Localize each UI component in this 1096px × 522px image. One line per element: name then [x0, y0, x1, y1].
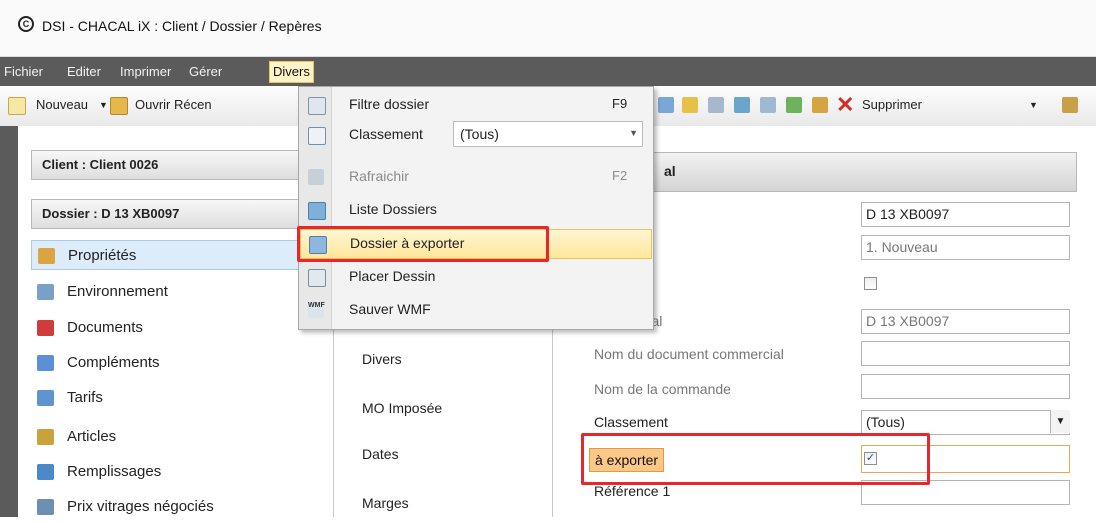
app-logo-icon: C [18, 16, 34, 32]
copy-icon[interactable] [682, 97, 698, 113]
toolbar-tool-icon-1[interactable] [658, 97, 674, 113]
menu-editer[interactable]: Editer [64, 62, 104, 82]
place-drawing-icon [308, 269, 326, 287]
menu-imprimer[interactable]: Imprimer [117, 62, 174, 82]
list-icon [308, 127, 326, 145]
nav-item-prix-vitrages[interactable]: Prix vitrages négociés [31, 492, 331, 522]
menu-item-liste-dossiers[interactable]: Liste Dossiers [300, 196, 652, 224]
order-name-field[interactable] [861, 374, 1070, 399]
general-header-label: al [664, 163, 676, 179]
nav-item-label: Remplissages [67, 463, 162, 480]
nav-item-tarifs[interactable]: Tarifs [31, 383, 331, 413]
nav-item-label: Documents [67, 319, 143, 336]
menu-item-label: Placer Dessin [349, 268, 436, 284]
menu-item-shortcut: F9 [612, 96, 628, 111]
menu-divers[interactable]: Divers [269, 61, 314, 83]
new-dropdown-arrow-icon[interactable]: ▼ [99, 100, 108, 110]
classement-select[interactable]: (Tous) [861, 410, 1070, 435]
list-view-icon[interactable] [708, 97, 724, 113]
new-button[interactable]: Nouveau [36, 97, 88, 112]
nav-item-environnement[interactable]: Environnement [31, 277, 331, 307]
commercial-doc-field[interactable] [861, 341, 1070, 366]
menu-item-placer-dessin[interactable]: Placer Dessin [300, 263, 652, 291]
classement-label: Classement [594, 414, 668, 430]
tarifs-icon [37, 390, 54, 406]
menu-item-label: Filtre dossier [349, 96, 430, 112]
commercial-doc-label: Nom du document commercial [594, 346, 784, 362]
toolbar-tool-icon-2[interactable] [734, 97, 750, 113]
classement-dropdown-arrow-icon[interactable]: ▼ [1050, 410, 1070, 433]
menu-item-shortcut: F2 [612, 168, 628, 183]
nav-item-remplissages[interactable]: Remplissages [31, 457, 331, 487]
menu-item-label: Rafraichir [349, 168, 409, 184]
annotation-highlight-export-field [581, 433, 930, 485]
toolbar-tool-icon-3[interactable] [760, 97, 776, 113]
classement-combo-value: (Tous) [460, 126, 499, 142]
menu-gerer[interactable]: Gérer [186, 62, 225, 82]
divers-dropdown-menu: Filtre dossier F9 Classement (Tous) ▼ Ra… [298, 86, 654, 330]
complements-icon [37, 355, 54, 371]
menu-item-filtre-dossier[interactable]: Filtre dossier F9 [300, 91, 652, 119]
section-mo-imposee[interactable]: MO Imposée [362, 400, 442, 416]
client-header[interactable]: Client : Client 0026 [31, 150, 331, 180]
classement-combo[interactable]: (Tous) ▼ [453, 121, 643, 147]
option-checkbox[interactable] [864, 277, 877, 290]
articles-icon [37, 429, 54, 445]
filter-icon [308, 97, 326, 115]
annotation-highlight-menu-item [297, 226, 549, 262]
menu-item-label: Liste Dossiers [349, 201, 437, 217]
nav-item-label: Propriétés [68, 247, 137, 264]
nav-item-label: Articles [67, 428, 117, 445]
order-name-label: Nom de la commande [594, 381, 731, 397]
menu-item-label: Sauver WMF [349, 301, 431, 317]
toolbar-tool-icon-5[interactable] [812, 97, 828, 113]
nav-item-label: Tarifs [67, 389, 103, 406]
status-field[interactable]: 1. Nouveau [861, 235, 1070, 260]
nav-item-label: Compléments [67, 354, 160, 371]
properties-icon [38, 248, 55, 264]
menu-fichier[interactable]: Fichier [1, 62, 46, 82]
toolbar-tool-icon-4[interactable] [786, 97, 802, 113]
section-dates[interactable]: Dates [362, 446, 399, 462]
window-frame [0, 126, 18, 517]
title-bar: C DSI - CHACAL iX : Client / Dossier / R… [0, 0, 1096, 57]
folder-list-icon [308, 202, 326, 220]
pdf-icon [37, 320, 54, 336]
nav-item-complements[interactable]: Compléments [31, 348, 331, 378]
navigation-pane: Client : Client 0026 Dossier : D 13 XB00… [18, 126, 334, 517]
nav-item-articles[interactable]: Articles [31, 422, 331, 452]
toolbar-tool-icon-6[interactable] [1062, 97, 1078, 113]
reference-1-label: Référence 1 [594, 483, 671, 499]
new-icon[interactable] [8, 97, 26, 115]
section-marges[interactable]: Marges [362, 495, 409, 511]
window-title: DSI - CHACAL iX : Client / Dossier / Rep… [42, 18, 322, 34]
remplissages-icon [37, 464, 54, 480]
menu-item-sauver-wmf[interactable]: WMF Sauver WMF [300, 296, 652, 324]
delete-button[interactable]: Supprimer [862, 97, 922, 112]
dossier-header[interactable]: Dossier : D 13 XB0097 [31, 199, 331, 229]
wmf-icon: WMF [308, 302, 325, 318]
menu-item-rafraichir[interactable]: Rafraichir F2 [300, 163, 652, 191]
nav-item-proprietes[interactable]: Propriétés [31, 240, 331, 270]
open-recent-button[interactable]: Ouvrir Récen [135, 97, 212, 112]
chevron-down-icon: ▼ [629, 128, 638, 138]
nav-item-documents[interactable]: Documents [31, 313, 331, 343]
menu-bar: Fichier Editer Imprimer Gérer Divers [0, 57, 1096, 86]
environment-icon [37, 284, 54, 300]
delete-dropdown-arrow-icon[interactable]: ▼ [1029, 100, 1038, 110]
original-field[interactable]: D 13 XB0097 [861, 309, 1070, 334]
refresh-icon [308, 169, 324, 185]
nav-item-label: Environnement [67, 283, 168, 300]
open-folder-icon[interactable] [110, 97, 128, 115]
delete-icon[interactable]: ✕ [836, 92, 854, 118]
vitrages-icon [37, 499, 54, 515]
menu-item-label: Classement [349, 126, 423, 142]
section-divers[interactable]: Divers [362, 351, 402, 367]
nav-item-label: Prix vitrages négociés [67, 498, 214, 515]
dossier-ref-field[interactable]: D 13 XB0097 [861, 202, 1070, 227]
